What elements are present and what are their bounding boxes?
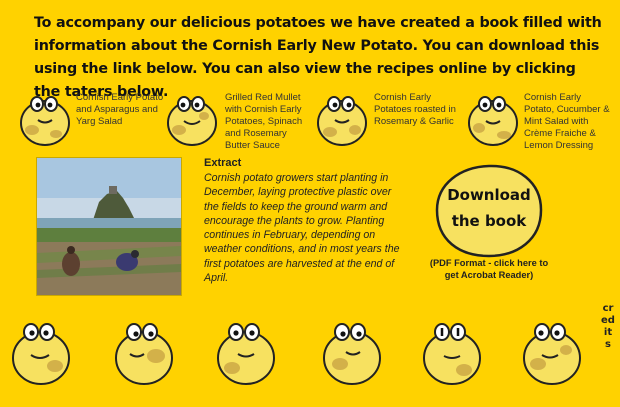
extract-title: Extract <box>204 157 242 169</box>
potato-mascot-icon[interactable] <box>112 320 176 386</box>
potato-mascot-icon[interactable] <box>320 320 384 386</box>
recipe-label: Grilled Red Mullet with Cornish Early Po… <box>225 92 303 151</box>
field-photo <box>36 157 182 296</box>
download-line-2: the book <box>451 212 527 230</box>
credits-link[interactable]: credits <box>601 303 615 351</box>
download-book-button[interactable]: Download the book <box>433 162 545 272</box>
recipe-label: Cornish Early Potato and Asparagus and Y… <box>76 92 164 127</box>
download-line-1: Download <box>447 186 531 204</box>
potato-mascot-icon <box>317 96 367 146</box>
potato-mascot-icon <box>20 96 70 146</box>
potato-mascot-icon[interactable] <box>520 320 584 386</box>
intro-text: To accompany our delicious potatoes we h… <box>34 15 602 100</box>
potato-mascot-icon[interactable] <box>420 320 484 386</box>
recipe-label: Cornish Early Potatoes roasted in Rosema… <box>374 92 456 127</box>
potato-mascot-icon <box>468 96 518 146</box>
extract-body: Cornish potato growers start planting in… <box>204 172 400 285</box>
potato-mascot-icon[interactable] <box>9 320 73 386</box>
acrobat-reader-link[interactable]: (PDF Format - click here to get Acrobat … <box>424 258 554 281</box>
potato-mascot-icon <box>167 96 217 146</box>
potato-badge-icon <box>435 164 543 258</box>
potato-mascot-icon[interactable] <box>214 320 278 386</box>
recipe-label: Cornish Early Potato, Cucumber & Mint Sa… <box>524 92 610 151</box>
